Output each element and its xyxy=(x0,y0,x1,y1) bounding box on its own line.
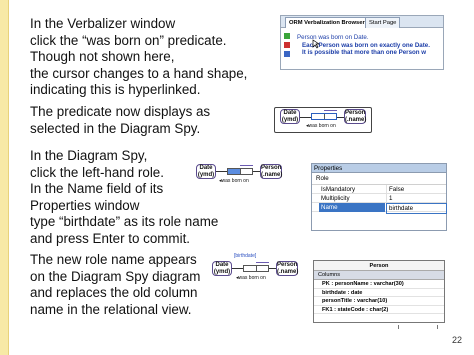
fact-reading-label: ◂was born on xyxy=(306,123,336,129)
home-icon[interactable] xyxy=(284,51,290,57)
property-name: Multiplicity xyxy=(321,195,350,202)
tab-orm-verbalization-browser[interactable]: ORM Verbalization Browser xyxy=(285,17,369,28)
properties-object-type[interactable]: Role xyxy=(312,173,446,185)
date-entity[interactable]: Date (ymd) xyxy=(196,164,216,179)
slide-accent-line xyxy=(8,0,9,355)
uniqueness-constraint xyxy=(240,165,253,166)
connector-line xyxy=(216,171,227,172)
verbalizer-window: ORM Verbalization Browser Start Page Per… xyxy=(280,15,444,70)
verbalizer-toolbar xyxy=(284,33,294,60)
table-column-row: PK : personName : varchar(30) xyxy=(314,280,444,289)
person-entity[interactable]: Person (.name) xyxy=(344,109,366,124)
person-entity[interactable]: Person (.name) xyxy=(276,261,298,276)
connector-line xyxy=(232,268,243,269)
property-row-multiplicity[interactable]: Multiplicity 1 xyxy=(312,194,446,203)
fact-type-predicate[interactable] xyxy=(243,265,269,272)
role-right[interactable] xyxy=(240,169,252,174)
table-column-row: birthdate : date xyxy=(314,289,444,297)
back-icon[interactable] xyxy=(284,33,290,39)
connector-line xyxy=(337,117,344,118)
fact-reading-label: ◂was born on xyxy=(236,275,266,281)
instruction-verbalizer: In the Verbalizer window click the “was … xyxy=(30,16,248,97)
fact-type-predicate[interactable] xyxy=(227,168,253,175)
fact-type-predicate[interactable] xyxy=(311,113,337,120)
connector-line xyxy=(300,117,311,118)
table-column-row: personTitle : varchar(10) xyxy=(314,297,444,306)
fact-reading-label: ◂was born on xyxy=(219,178,249,184)
property-name: Name xyxy=(319,203,385,212)
instruction-role-name: In the Diagram Spy, click the left-hand … xyxy=(30,148,219,246)
hand-cursor-icon xyxy=(312,39,321,49)
verbalization-possibility-line: It is possible that more than one Person… xyxy=(302,49,427,57)
date-entity[interactable]: Date (ymd) xyxy=(212,261,232,276)
verbalization-quantifier: exactly one xyxy=(379,41,414,49)
role-name-field[interactable]: birthdate xyxy=(386,203,447,214)
role-right[interactable] xyxy=(324,114,336,119)
forward-icon[interactable] xyxy=(284,42,290,48)
role-left[interactable] xyxy=(312,114,324,119)
tab-start-page[interactable]: Start Page xyxy=(365,17,401,28)
properties-window: Properties Role IsMandatory False Multip… xyxy=(311,163,447,231)
uniqueness-constraint xyxy=(256,262,269,263)
property-row-name[interactable]: Name birthdate xyxy=(312,203,447,214)
was-born-on-predicate-link[interactable]: Person was born on Date. xyxy=(297,34,369,41)
property-value[interactable]: 1 xyxy=(386,194,447,203)
connector-line xyxy=(253,171,260,172)
instruction-predicate-selected: The predicate now displays as selected i… xyxy=(30,104,211,136)
slide-accent-band xyxy=(0,0,8,355)
connector-line xyxy=(269,268,276,269)
page-number: 22 xyxy=(451,335,462,345)
relational-table-person[interactable]: Person Columns PK : personName : varchar… xyxy=(313,260,445,323)
role-left-selected[interactable] xyxy=(228,169,240,174)
property-value[interactable]: False xyxy=(386,185,447,194)
role-name-label: [birthdate] xyxy=(234,253,257,259)
properties-title: Properties xyxy=(312,164,446,173)
role-right[interactable] xyxy=(256,266,268,271)
table-title: Person xyxy=(314,261,444,271)
property-name: IsMandatory xyxy=(321,186,356,193)
foreign-key-connector xyxy=(398,325,438,329)
verbalizer-tab-strip: ORM Verbalization Browser Start Page xyxy=(281,16,443,28)
uniqueness-constraint xyxy=(324,110,337,111)
property-row-ismandatory[interactable]: IsMandatory False xyxy=(312,185,446,194)
person-entity[interactable]: Person (.name) xyxy=(260,164,282,179)
role-left[interactable] xyxy=(244,266,256,271)
columns-header[interactable]: Columns xyxy=(314,271,444,280)
verbalization-part: Date. xyxy=(413,41,430,49)
date-entity[interactable]: Date (ymd) xyxy=(280,109,300,124)
table-column-row: FK1 : stateCode : char(2) xyxy=(314,306,444,314)
instruction-result: The new role name appears on the Diagram… xyxy=(30,252,201,317)
